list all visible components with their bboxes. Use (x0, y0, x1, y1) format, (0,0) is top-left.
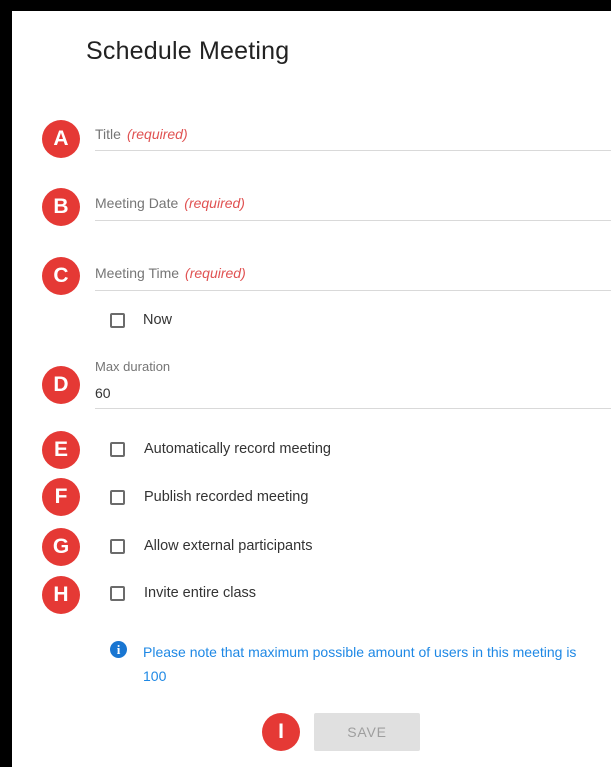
auto-record-row[interactable]: Automatically record meeting (110, 441, 331, 457)
badge-f: F (42, 478, 80, 516)
auto-record-checkbox[interactable] (110, 441, 125, 457)
page-title: Schedule Meeting (86, 37, 290, 65)
badge-c: C (42, 257, 80, 295)
auto-record-label: Automatically record meeting (144, 441, 331, 457)
publish-recorded-row[interactable]: Publish recorded meeting (110, 489, 308, 505)
invite-class-row[interactable]: Invite entire class (110, 585, 256, 601)
invite-class-label: Invite entire class (144, 585, 257, 601)
allow-external-checkbox[interactable] (110, 538, 125, 554)
publish-recorded-checkbox[interactable] (110, 489, 125, 505)
title-field[interactable]: Title (required) (95, 118, 611, 151)
meeting-date-label-text: Meeting Date (95, 195, 179, 211)
now-checkbox[interactable] (110, 312, 125, 328)
max-duration-value: 60 (95, 385, 111, 401)
badge-b: B (42, 188, 80, 226)
now-checkbox-row[interactable]: Now (110, 312, 172, 328)
allow-external-label: Allow external participants (144, 538, 313, 554)
max-duration-label: Max duration (95, 359, 171, 374)
title-label-text: Title (95, 126, 121, 142)
meeting-date-label: Meeting Date (required) (95, 195, 245, 211)
meeting-time-field[interactable]: Meeting Time (required) (95, 257, 611, 291)
meeting-time-required-hint: (required) (185, 265, 246, 281)
save-button[interactable]: SAVE (314, 713, 420, 751)
max-duration-field[interactable]: Max duration 60 (95, 357, 611, 409)
now-label: Now (143, 312, 173, 328)
badge-h: H (42, 576, 80, 614)
meeting-time-label: Meeting Time (required) (95, 265, 246, 281)
badge-g: G (42, 528, 80, 566)
meeting-date-field[interactable]: Meeting Date (required) (95, 187, 611, 221)
publish-recorded-label: Publish recorded meeting (144, 489, 309, 505)
info-icon: i (110, 641, 127, 658)
badge-i: I (262, 713, 300, 751)
meeting-date-required-hint: (required) (184, 195, 245, 211)
badge-a: A (42, 120, 80, 158)
badge-e: E (42, 431, 80, 469)
info-text: Please note that maximum possible amount… (143, 644, 577, 684)
badge-d: D (42, 366, 80, 404)
invite-class-checkbox[interactable] (110, 585, 125, 601)
info-note: i Please note that maximum possible amou… (110, 640, 580, 688)
title-field-label: Title (required) (95, 126, 188, 142)
title-required-hint: (required) (126, 126, 188, 142)
allow-external-row[interactable]: Allow external participants (110, 538, 312, 554)
meeting-time-label-text: Meeting Time (95, 265, 180, 281)
